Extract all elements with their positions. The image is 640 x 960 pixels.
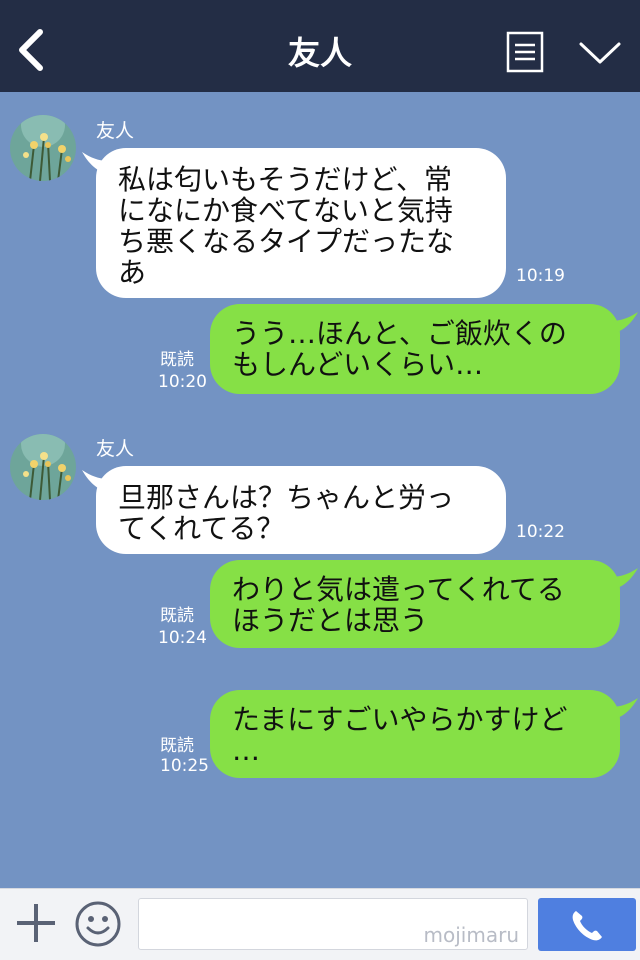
plus-icon[interactable] xyxy=(14,901,58,945)
message-text: 私は匂いもそうだけど、常 になにか食べてないと気持 ち悪くなるタイプだったな あ xyxy=(118,163,455,289)
message-time: 10:20 xyxy=(158,372,207,392)
input-bar: mojimaru xyxy=(0,888,640,960)
message-bubble[interactable]: 旦那さんは？ちゃんと労っ てくれてる？ xyxy=(96,466,506,554)
sender-name: 友人 xyxy=(96,120,135,142)
message-input[interactable]: mojimaru xyxy=(138,898,528,950)
phone-icon xyxy=(572,911,602,941)
chat-header: 友人 xyxy=(0,0,640,92)
message-list[interactable]: 友人 私は匂いもそうだけど、常 になにか食べてないと気持 ち悪くなるタイプだった… xyxy=(0,92,640,888)
message-time: 10:19 xyxy=(516,266,565,286)
avatar[interactable] xyxy=(10,434,76,500)
message-text: たまにすごいやらかすけど … xyxy=(232,703,568,767)
message-text: 旦那さんは？ちゃんと労っ てくれてる？ xyxy=(118,481,455,545)
message-time: 10:22 xyxy=(516,522,565,542)
read-receipt: 既読 xyxy=(160,350,194,370)
message-text: うう…ほんと、ご飯炊くの もしんどいくらい… xyxy=(232,317,567,381)
read-receipt: 既読 xyxy=(160,736,194,756)
bubble-tail xyxy=(606,698,638,720)
message-bubble[interactable]: わりと気は遣ってくれてる ほうだとは思う xyxy=(210,560,620,648)
watermark-text: mojimaru xyxy=(423,923,519,947)
bubble-tail xyxy=(606,568,638,590)
message-time: 10:25 xyxy=(160,756,209,776)
message-bubble[interactable]: うう…ほんと、ご飯炊くの もしんどいくらい… xyxy=(210,304,620,394)
read-receipt: 既読 xyxy=(160,606,194,626)
emoji-icon[interactable] xyxy=(74,900,122,948)
message-bubble[interactable]: たまにすごいやらかすけど … xyxy=(210,690,620,778)
chevron-down-icon[interactable] xyxy=(578,38,622,68)
bubble-tail xyxy=(606,312,638,334)
message-text: わりと気は遣ってくれてる ほうだとは思う xyxy=(232,573,565,637)
sender-name: 友人 xyxy=(96,438,135,460)
chat-title: 友人 xyxy=(287,34,352,72)
message-bubble[interactable]: 私は匂いもそうだけど、常 になにか食べてないと気持 ち悪くなるタイプだったな あ xyxy=(96,148,506,298)
message-time: 10:24 xyxy=(158,628,207,648)
avatar[interactable] xyxy=(10,115,76,181)
note-icon[interactable] xyxy=(506,31,544,73)
call-button[interactable] xyxy=(538,898,636,951)
